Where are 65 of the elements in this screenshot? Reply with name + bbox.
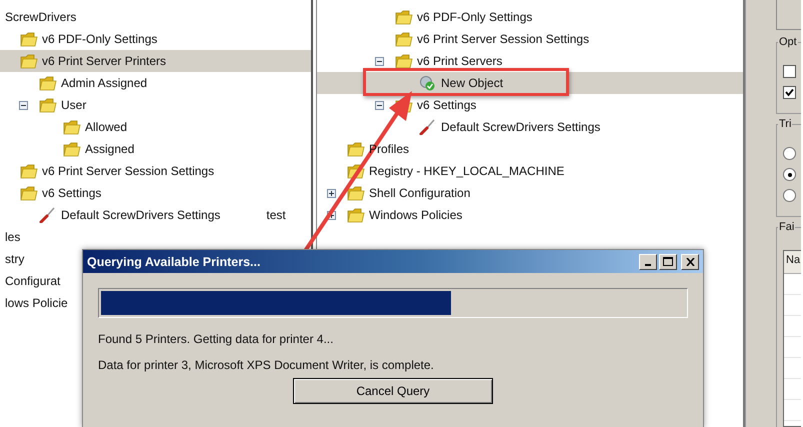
folder-icon <box>347 141 365 157</box>
status-text: Data for printer 3, Microsoft XPS Document Writer, is complete. <box>98 358 435 372</box>
folder-icon <box>395 9 413 25</box>
dialog-title: Querying Available Printers... <box>87 254 260 268</box>
tree-item[interactable]: Configurat <box>0 270 62 292</box>
checkbox[interactable] <box>783 65 796 78</box>
folder-icon <box>39 75 57 91</box>
close-button[interactable] <box>681 254 699 270</box>
tree-item[interactable]: Default ScrewDrivers Settings <box>317 116 602 138</box>
status-text: Found 5 Printers. Getting data for printer 4... <box>98 332 334 346</box>
screwdriver-icon <box>39 207 55 223</box>
collapse-icon[interactable] <box>375 100 384 110</box>
folder-icon <box>20 185 38 201</box>
tree-item[interactable]: Shell Configuration <box>317 182 472 204</box>
tree-item[interactable]: ScrewDrivers <box>0 6 78 28</box>
tree-item[interactable]: v6 PDF-Only Settings <box>317 6 534 28</box>
expand-icon[interactable] <box>327 188 336 198</box>
folder-icon <box>20 31 38 47</box>
tree-item[interactable]: v6 Print Server Session Settings <box>0 160 216 182</box>
folder-icon <box>347 185 365 201</box>
folder-icon <box>39 97 57 113</box>
folder-icon <box>395 31 413 47</box>
tree-item[interactable]: v6 Print Server Session Settings <box>317 28 592 50</box>
group-label: Tri <box>778 118 792 130</box>
folder-icon <box>20 163 38 179</box>
tree-item[interactable]: Admin Assigned <box>0 72 150 94</box>
minimize-icon <box>645 264 651 266</box>
list-view[interactable]: Na <box>783 250 801 427</box>
cancel-button[interactable]: Cancel Query <box>293 378 493 404</box>
maximize-icon <box>663 257 673 266</box>
tree-item[interactable]: v6 PDF-Only Settings <box>0 28 160 50</box>
checkbox[interactable] <box>783 86 796 99</box>
tree-item[interactable]: v6 Print Servers <box>317 50 504 72</box>
folder-icon <box>395 53 413 69</box>
minimize-button[interactable] <box>639 254 657 270</box>
tree-item[interactable]: v6 Print Server Printers <box>0 50 311 72</box>
group-label: Fai <box>778 221 796 233</box>
tree-item[interactable]: Assigned <box>0 138 136 160</box>
folder-icon <box>63 141 81 157</box>
folder-icon <box>347 163 365 179</box>
tree-item[interactable]: User <box>0 94 88 116</box>
close-icon <box>686 258 694 266</box>
column-header[interactable]: Na <box>784 251 801 274</box>
tree-item[interactable]: stry <box>0 248 26 270</box>
group-label: Opt <box>778 36 798 48</box>
tree-item[interactable]: Registry - HKEY_LOCAL_MACHINE <box>317 160 566 182</box>
maximize-button[interactable] <box>659 254 677 270</box>
radio-button[interactable] <box>783 168 796 181</box>
tree-item[interactable]: lows Policie <box>0 292 70 314</box>
tree-item[interactable]: Windows Policies <box>317 204 464 226</box>
object-check-icon <box>419 75 437 91</box>
tree-item[interactable]: les <box>0 226 22 248</box>
folder-icon <box>20 53 38 69</box>
radio-button[interactable] <box>783 147 796 160</box>
tree-item[interactable]: Default ScrewDrivers Settings test <box>0 204 286 226</box>
tree-item-value: test <box>266 208 286 222</box>
tree-item[interactable]: v6 Settings <box>0 182 104 204</box>
collapse-icon[interactable] <box>19 100 28 110</box>
folder-icon <box>347 207 365 223</box>
folder-icon <box>63 119 81 135</box>
tree-item[interactable]: New Object <box>317 72 743 94</box>
tree-item[interactable]: Allowed <box>0 116 130 138</box>
collapse-icon[interactable] <box>375 56 384 66</box>
radio-button[interactable] <box>783 189 796 202</box>
screwdriver-icon <box>419 119 435 135</box>
